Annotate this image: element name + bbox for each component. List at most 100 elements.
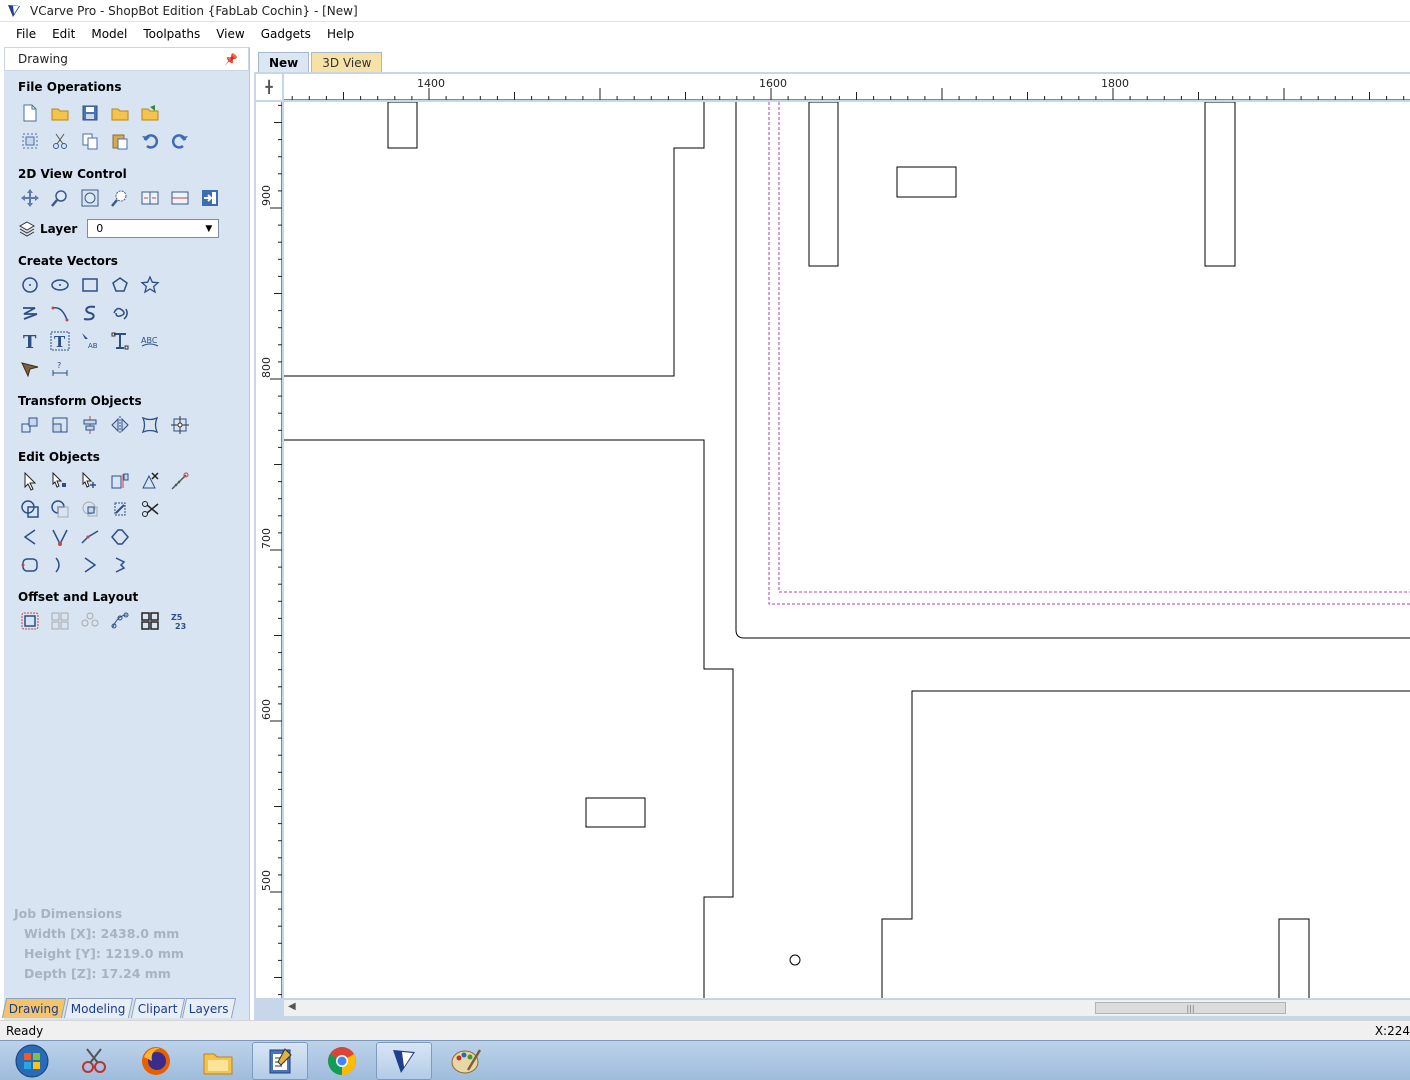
- scale-icon[interactable]: [48, 413, 72, 437]
- intersect-icon[interactable]: [78, 497, 102, 521]
- scissors-icon[interactable]: [138, 497, 162, 521]
- polyline-icon[interactable]: [18, 301, 42, 325]
- trim-vector-icon[interactable]: [108, 553, 132, 577]
- rectangle-icon[interactable]: [78, 273, 102, 297]
- mirror-icon[interactable]: [108, 413, 132, 437]
- menu-file[interactable]: File: [8, 25, 44, 43]
- dimension-icon[interactable]: ?: [48, 357, 72, 381]
- interactive-trim-icon[interactable]: [108, 469, 132, 493]
- scroll-left-icon[interactable]: ◀: [288, 1001, 296, 1012]
- start-orb-icon[interactable]: [6, 1042, 58, 1080]
- smooth-curve-icon[interactable]: [78, 525, 102, 549]
- job-dimensions-title: Job Dimensions: [14, 906, 123, 921]
- select-all-icon[interactable]: [18, 129, 42, 153]
- paste-icon[interactable]: [108, 129, 132, 153]
- pin-icon[interactable]: 📌: [224, 53, 238, 66]
- array-copy-icon[interactable]: [48, 609, 72, 633]
- zoom-extents-icon[interactable]: [78, 186, 102, 210]
- import-folder-icon[interactable]: [138, 101, 162, 125]
- measure-icon[interactable]: [168, 469, 192, 493]
- text-on-curve-icon[interactable]: AB: [78, 329, 102, 353]
- offset-icon[interactable]: [18, 609, 42, 633]
- zoom-icon[interactable]: [48, 186, 72, 210]
- paint-icon[interactable]: [438, 1042, 494, 1080]
- pan-icon[interactable]: [18, 186, 42, 210]
- new-file-icon[interactable]: [18, 101, 42, 125]
- close-vector-icon[interactable]: [18, 553, 42, 577]
- set-selection-icon[interactable]: [168, 413, 192, 437]
- menu-edit[interactable]: Edit: [44, 25, 83, 43]
- layer-select[interactable]: 0 ▼: [87, 219, 220, 238]
- menu-view[interactable]: View: [208, 25, 252, 43]
- snipping-tool-icon[interactable]: [66, 1042, 122, 1080]
- file-explorer-icon[interactable]: [190, 1042, 246, 1080]
- tab-drawing[interactable]: Drawing: [1, 998, 67, 1018]
- circle-icon[interactable]: [18, 273, 42, 297]
- node-edit-icon[interactable]: [48, 469, 72, 493]
- ruler-corner-icon[interactable]: ╋: [256, 74, 282, 100]
- copy-icon[interactable]: [78, 129, 102, 153]
- menu-toolpaths[interactable]: Toolpaths: [135, 25, 208, 43]
- zoom-selection-icon[interactable]: [108, 186, 132, 210]
- vcarve-icon[interactable]: [376, 1041, 432, 1080]
- align-icon[interactable]: [78, 413, 102, 437]
- tab-layers[interactable]: Layers: [182, 998, 237, 1018]
- circular-array-icon[interactable]: [78, 609, 102, 633]
- fillet-icon[interactable]: [108, 497, 132, 521]
- text-box-icon[interactable]: T: [48, 329, 72, 353]
- file-operations-row-1: [18, 101, 168, 125]
- curve-icon[interactable]: [78, 301, 102, 325]
- ellipse-icon[interactable]: [48, 273, 72, 297]
- undo-icon[interactable]: [138, 129, 162, 153]
- firefox-icon[interactable]: [128, 1042, 184, 1080]
- chevron-right-icon[interactable]: [48, 553, 72, 577]
- cut-icon[interactable]: [48, 129, 72, 153]
- spiral-icon[interactable]: [108, 301, 132, 325]
- view-split-icon[interactable]: [138, 186, 162, 210]
- hruler-label-1400: 1400: [417, 77, 445, 90]
- delete-node-icon[interactable]: [138, 469, 162, 493]
- text-adjust-icon[interactable]: [108, 329, 132, 353]
- tab-3d-view[interactable]: 3D View: [311, 52, 383, 72]
- horizontal-scrollbar[interactable]: ◀ |||: [284, 999, 1410, 1016]
- transform-select-icon[interactable]: [78, 469, 102, 493]
- polygon-icon[interactable]: [108, 273, 132, 297]
- view-align-icon[interactable]: [168, 186, 192, 210]
- chevron-left-icon[interactable]: [18, 525, 42, 549]
- menu-gadgets[interactable]: Gadgets: [253, 25, 319, 43]
- corner-node-icon[interactable]: [48, 525, 72, 549]
- open-file-icon[interactable]: [48, 101, 72, 125]
- menu-help[interactable]: Help: [319, 25, 362, 43]
- subtract-icon[interactable]: [48, 497, 72, 521]
- vector-drawing[interactable]: [284, 102, 1410, 998]
- copy-along-vector-icon[interactable]: [108, 609, 132, 633]
- open-folder-icon[interactable]: [108, 101, 132, 125]
- move-icon[interactable]: [18, 413, 42, 437]
- drawing-canvas[interactable]: [284, 102, 1410, 998]
- scrollbar-thumb[interactable]: |||: [1095, 1002, 1286, 1014]
- offset-layout-row: Z5 23: [18, 609, 198, 633]
- edit-objects-row-2: [18, 497, 168, 521]
- dimension-pointer-icon[interactable]: [18, 357, 42, 381]
- menu-model[interactable]: Model: [83, 25, 135, 43]
- nesting-icon[interactable]: Z5 23: [168, 609, 192, 633]
- horizontal-ruler: 1400 1600 1800: [284, 74, 1410, 100]
- select-pointer-icon[interactable]: [18, 469, 42, 493]
- notepad-icon[interactable]: [252, 1041, 308, 1080]
- join-vectors-icon[interactable]: [108, 525, 132, 549]
- tab-new[interactable]: New: [258, 52, 310, 72]
- grid-array-icon[interactable]: [138, 609, 162, 633]
- text-arc-icon[interactable]: ABC: [138, 329, 162, 353]
- weld-icon[interactable]: [18, 497, 42, 521]
- view-sidebar-icon[interactable]: [198, 186, 222, 210]
- chrome-icon[interactable]: [314, 1042, 370, 1080]
- tab-modeling[interactable]: Modeling: [63, 998, 133, 1018]
- redo-icon[interactable]: [168, 129, 192, 153]
- arc-icon[interactable]: [48, 301, 72, 325]
- star-icon[interactable]: [138, 273, 162, 297]
- distort-icon[interactable]: [138, 413, 162, 437]
- text-icon[interactable]: T: [18, 329, 42, 353]
- tab-clipart[interactable]: Clipart: [130, 998, 185, 1018]
- save-file-icon[interactable]: [78, 101, 102, 125]
- extend-vector-icon[interactable]: [78, 553, 102, 577]
